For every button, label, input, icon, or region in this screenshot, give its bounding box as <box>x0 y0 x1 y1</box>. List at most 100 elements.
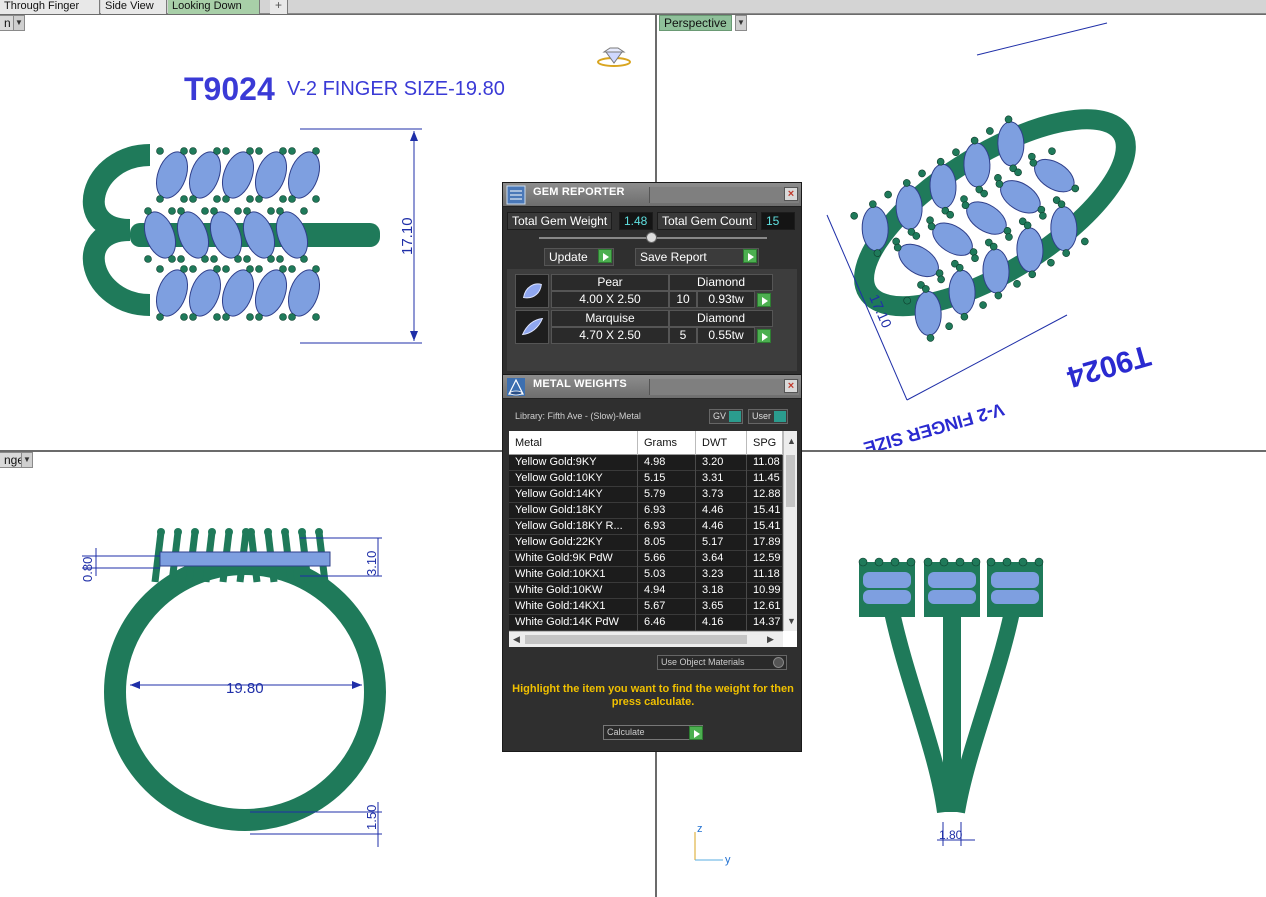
table-row[interactable]: White Gold:10KW 4.94 3.18 10.99 <box>509 583 783 599</box>
viewport-perspective-label[interactable]: Perspective <box>659 15 732 31</box>
table-row[interactable]: White Gold:14K PdW 6.46 4.16 14.37 <box>509 615 783 631</box>
prong-tip <box>874 557 884 567</box>
table-cell: 5.17 <box>696 535 747 551</box>
gem-stone <box>155 147 189 203</box>
table-cell: White Gold:10KX1 <box>509 567 638 583</box>
gem-row-side <box>159 551 331 567</box>
tab-looking-down[interactable]: Looking Down <box>168 0 260 14</box>
close-icon[interactable]: × <box>784 187 798 201</box>
table-row[interactable]: White Gold:14KX1 5.67 3.65 12.61 <box>509 599 783 615</box>
gem-count: 10 <box>669 291 697 308</box>
table-cell: 15.41 <box>747 503 783 519</box>
play-icon[interactable] <box>757 293 771 307</box>
close-icon[interactable]: × <box>784 379 798 393</box>
col-dwt[interactable]: DWT <box>696 431 747 455</box>
table-cell: 5.15 <box>638 471 696 487</box>
scroll-thumb[interactable] <box>786 455 795 507</box>
tab-looking-down-label: Looking Down <box>172 0 242 12</box>
gem-reporter-title: GEM REPORTER <box>533 186 625 198</box>
table-cell: 5.66 <box>638 551 696 567</box>
gv-toggle-label: GV <box>713 411 727 421</box>
horizontal-scrollbar[interactable]: ◀ ▶ <box>509 631 783 647</box>
gem-row-pear[interactable]: Pear Diamond 4.00 X 2.50 10 0.93tw <box>515 274 775 308</box>
tab-through-finger-label: Through Finger <box>4 0 80 12</box>
table-cell: 3.31 <box>696 471 747 487</box>
table-cell: 5.67 <box>638 599 696 615</box>
table-row[interactable]: White Gold:10KX1 5.03 3.23 11.18 <box>509 567 783 583</box>
table-cell: White Gold:14K PdW <box>509 615 638 631</box>
gem-size: 4.00 X 2.50 <box>551 291 669 308</box>
chevron-down-icon[interactable]: ▼ <box>735 15 747 31</box>
play-icon[interactable] <box>743 249 757 263</box>
save-report-button[interactable]: Save Report <box>635 248 759 266</box>
table-cell: 11.08 <box>747 455 783 471</box>
prong-tip <box>1034 557 1044 567</box>
gem-head <box>987 562 1043 617</box>
use-object-materials-toggle[interactable]: Use Object Materials <box>657 655 787 670</box>
gem-tw: 0.55tw <box>697 327 755 344</box>
table-cell: Yellow Gold:10KY <box>509 471 638 487</box>
metal-weights-titlebar[interactable]: METAL WEIGHTS × <box>503 375 801 399</box>
calculate-button[interactable]: Calculate <box>603 725 703 740</box>
table-cell: 3.73 <box>696 487 747 503</box>
prong-tip <box>971 557 981 567</box>
gem-stone <box>176 207 210 263</box>
viewport-top-label-text: n <box>4 16 11 30</box>
gem-reporter-titlebar[interactable]: GEM REPORTER × <box>503 183 801 207</box>
user-toggle[interactable]: User <box>748 409 789 424</box>
gem-stone <box>221 265 255 321</box>
vertical-scrollbar[interactable]: ▲ ▼ <box>783 431 797 631</box>
toggle-knob <box>729 411 742 422</box>
table-row[interactable]: Yellow Gold:18KY R... 6.93 4.46 15.41 <box>509 519 783 535</box>
save-report-button-label: Save Report <box>640 250 707 264</box>
persp-dim-top <box>976 22 1108 56</box>
gem-stone <box>254 147 288 203</box>
dim-band-top: 0.80 <box>80 557 95 582</box>
chevron-down-icon[interactable]: ▼ <box>21 452 33 468</box>
chevron-down-icon[interactable]: ▼ <box>787 615 796 627</box>
chevron-right-icon[interactable]: ▶ <box>767 633 774 645</box>
weight-slider-handle[interactable] <box>646 232 657 243</box>
tab-side-view[interactable]: Side View <box>101 0 167 14</box>
prong-tip <box>1002 557 1012 567</box>
table-row[interactable]: Yellow Gold:9KY 4.98 3.20 11.08 <box>509 455 783 471</box>
chevron-down-icon[interactable]: ▼ <box>13 15 25 31</box>
gv-toggle[interactable]: GV <box>709 409 744 424</box>
table-row[interactable]: Yellow Gold:10KY 5.15 3.31 11.45 <box>509 471 783 487</box>
gem-row-marquise[interactable]: Marquise Diamond 4.70 X 2.50 5 0.55tw <box>515 310 775 344</box>
col-spg[interactable]: SPG <box>747 431 783 455</box>
scroll-thumb[interactable] <box>525 635 747 644</box>
chevron-left-icon[interactable]: ◀ <box>513 633 520 645</box>
table-row[interactable]: White Gold:9K PdW 5.66 3.64 12.59 <box>509 551 783 567</box>
table-row[interactable]: Yellow Gold:14KY 5.79 3.73 12.88 <box>509 487 783 503</box>
gem-stone <box>209 207 243 263</box>
gem-stone <box>287 265 321 321</box>
table-cell: 12.61 <box>747 599 783 615</box>
instruction-text: Highlight the item you want to find the … <box>512 683 794 708</box>
prong-tip <box>315 528 323 536</box>
add-tab-button[interactable]: + <box>270 0 288 14</box>
chevron-up-icon[interactable]: ▲ <box>787 435 796 447</box>
prong-tip <box>208 528 216 536</box>
table-cell: Yellow Gold:18KY R... <box>509 519 638 535</box>
table-cell: 4.94 <box>638 583 696 599</box>
plus-icon: + <box>274 0 282 12</box>
table-row[interactable]: Yellow Gold:18KY 6.93 4.46 15.41 <box>509 503 783 519</box>
use-object-materials-label: Use Object Materials <box>661 657 745 667</box>
play-icon[interactable] <box>757 329 771 343</box>
play-icon[interactable] <box>689 726 703 740</box>
gem-stone <box>188 147 222 203</box>
prong-tip <box>923 557 933 567</box>
gem-material: Diamond <box>669 310 773 327</box>
table-cell: 11.45 <box>747 471 783 487</box>
total-gem-count-label: Total Gem Count <box>657 212 758 230</box>
tab-through-finger[interactable]: Through Finger <box>0 0 100 14</box>
table-row[interactable]: Yellow Gold:22KY 8.05 5.17 17.89 <box>509 535 783 551</box>
play-icon[interactable] <box>598 249 612 263</box>
col-metal[interactable]: Metal <box>509 431 638 455</box>
gem-list: Pear Diamond 4.00 X 2.50 10 0.93tw Marqu… <box>507 269 797 371</box>
prong-tip <box>225 528 233 536</box>
app-window: Through Finger Side View Looking Down + … <box>0 0 1266 897</box>
gem-stone <box>254 265 288 321</box>
col-grams[interactable]: Grams <box>638 431 696 455</box>
